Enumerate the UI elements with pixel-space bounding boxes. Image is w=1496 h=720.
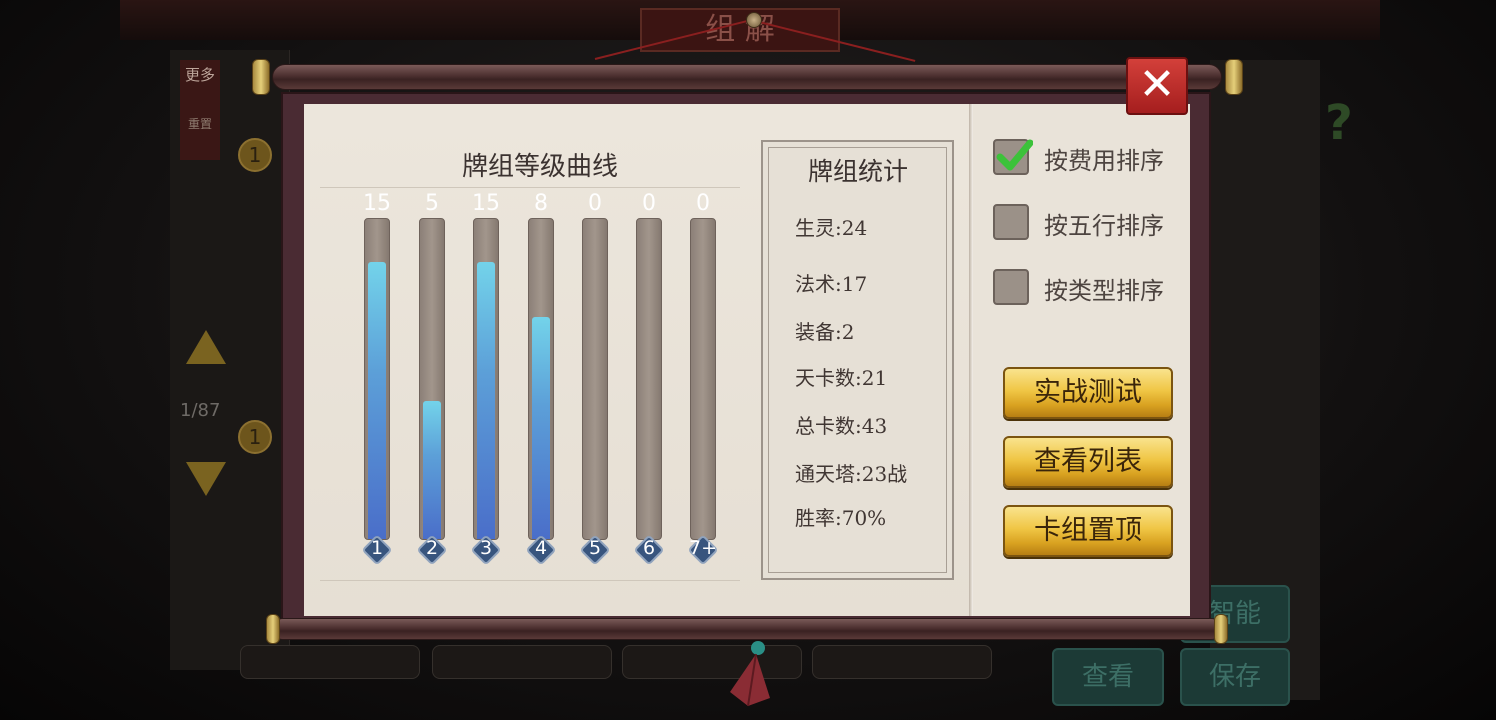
- sort-by-type-label: 按类型排序: [1044, 277, 1164, 305]
- help-icon[interactable]: ?: [1325, 95, 1369, 155]
- background-sign: 组 解: [640, 8, 840, 52]
- bar-value-label: 0: [588, 191, 602, 216]
- reset-button[interactable]: 重置: [180, 115, 220, 160]
- bar-fill: [423, 401, 441, 539]
- view-button[interactable]: 查看: [1052, 648, 1164, 706]
- level-badge-number: 1: [370, 537, 384, 559]
- page-down-arrow-icon[interactable]: [186, 462, 226, 496]
- stats-title: 牌组统计: [807, 157, 908, 186]
- level-badge-number: 7+: [688, 537, 717, 559]
- bar-fill: [368, 262, 386, 539]
- chart-bottom-rule: [320, 580, 740, 581]
- stat-creatures: 生灵:24: [795, 216, 868, 240]
- bar-value-label: 15: [472, 191, 500, 216]
- level-badge: 2: [415, 533, 449, 567]
- save-button[interactable]: 保存: [1180, 648, 1290, 706]
- sort-by-type-checkbox[interactable]: [993, 269, 1029, 305]
- bar-fill: [477, 262, 495, 539]
- level-badge: 4: [524, 533, 558, 567]
- rod-cap-left: [252, 59, 270, 95]
- battle-test-button[interactable]: 实战测试: [1003, 367, 1173, 419]
- bar-value-label: 5: [425, 191, 439, 216]
- stat-sky-cards: 天卡数:21: [795, 366, 888, 390]
- chart-title: 牌组等级曲线: [461, 152, 618, 182]
- bar-track: [582, 218, 608, 540]
- bar-value-label: 8: [534, 191, 548, 216]
- level-badge-number: 3: [479, 537, 493, 559]
- card-slot[interactable]: [812, 645, 992, 679]
- stat-equipment: 装备:2: [795, 320, 855, 344]
- card-slot[interactable]: [432, 645, 612, 679]
- bar-track: [528, 218, 554, 540]
- bar-value-label: 15: [363, 191, 391, 216]
- close-button[interactable]: ✕: [1126, 57, 1188, 115]
- level-badge-number: 4: [534, 537, 548, 559]
- bar-track: [364, 218, 390, 540]
- nail-icon: [746, 12, 762, 28]
- sort-by-cost-label: 按费用排序: [1044, 147, 1164, 175]
- card-slot[interactable]: [240, 645, 420, 679]
- page-indicator: 1/87: [180, 400, 221, 421]
- rod-cap-left: [266, 614, 280, 644]
- chart-top-rule: [320, 187, 740, 188]
- bar-track: [690, 218, 716, 540]
- bar-track: [636, 218, 662, 540]
- view-button-label: 查看: [1081, 662, 1134, 692]
- bottom-scroll-rod: [272, 618, 1222, 640]
- bar-value-label: 0: [642, 191, 656, 216]
- card-slot[interactable]: [622, 645, 802, 679]
- level-badge: 7+: [686, 533, 720, 567]
- page-up-arrow-icon[interactable]: [186, 330, 226, 364]
- stat-total-cards: 总卡数:43: [795, 414, 888, 438]
- rod-cap-right: [1214, 614, 1228, 644]
- level-badge: 3: [469, 533, 503, 567]
- bar-value-label: 0: [696, 191, 710, 216]
- cost-coin: 1: [238, 138, 272, 172]
- pin-deck-button[interactable]: 卡组置顶: [1003, 505, 1173, 557]
- level-badge: 6: [632, 533, 666, 567]
- sort-by-element-label: 按五行排序: [1044, 212, 1164, 240]
- level-badge: 5: [578, 533, 612, 567]
- stat-win-rate: 胜率:70%: [795, 506, 887, 530]
- view-list-button[interactable]: 查看列表: [1003, 436, 1173, 488]
- sort-by-element-checkbox[interactable]: [993, 204, 1029, 240]
- bar-track: [419, 218, 445, 540]
- top-scroll-rod: [272, 64, 1222, 90]
- bar-fill: [532, 317, 550, 539]
- bar-track: [473, 218, 499, 540]
- stat-tower-battles: 通天塔:23战: [795, 462, 908, 486]
- rod-cap-right: [1225, 59, 1243, 95]
- cost-coin: 1: [238, 420, 272, 454]
- checkmark-icon: [996, 139, 1033, 171]
- tassel-icon: [730, 641, 770, 707]
- level-badge-number: 5: [588, 537, 602, 559]
- stat-spells: 法术:17: [795, 272, 868, 296]
- level-badge-number: 6: [642, 537, 656, 559]
- level-badge-number: 2: [425, 537, 439, 559]
- level-badge: 1: [360, 533, 394, 567]
